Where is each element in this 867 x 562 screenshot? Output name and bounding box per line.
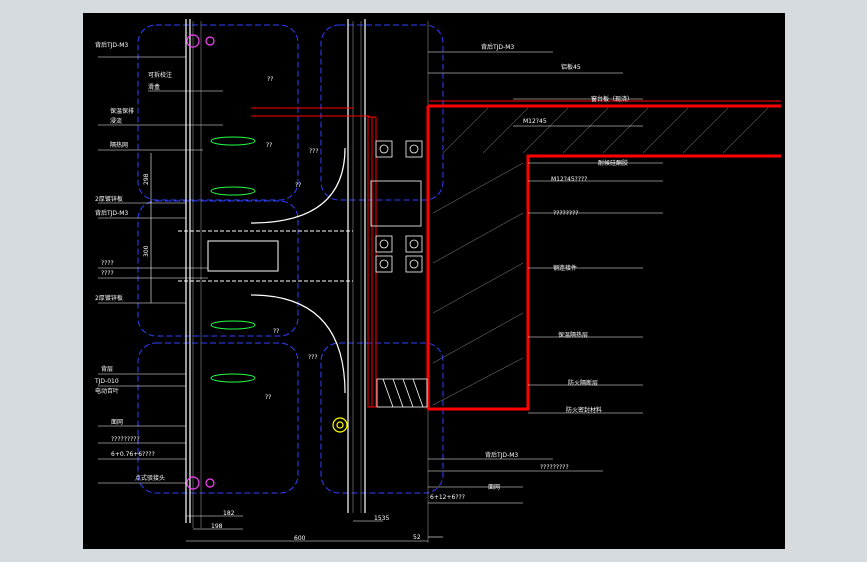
red-thin-lines [251, 100, 781, 408]
annotation-glyphs: ?? ?? ??? ?? ?? ?? ??? [265, 76, 319, 401]
label-right-8: 保温隔热层 [558, 331, 588, 339]
label-right-6: ???????? [553, 210, 578, 217]
glass-clips [210, 136, 256, 383]
label-right-2: 窗台板（现浇） [591, 95, 633, 103]
glass-panel-outlines [137, 24, 444, 494]
label-left-11: 背层 [101, 365, 113, 373]
label-right-1: 铝板45 [561, 63, 581, 71]
label-left-8: ???? [101, 260, 114, 267]
label-left-9: ???? [101, 270, 114, 277]
label-left-14: 面网 [111, 419, 123, 426]
label-right-3: M12?45 [523, 118, 547, 125]
slab-hatch [432, 107, 769, 406]
label-left-17: 点式驳接头 [135, 474, 165, 482]
glyph: ??? [308, 354, 318, 361]
cad-viewport[interactable]: ?? ?? ??? ?? ?? ?? ??? 背后TJD-M3 可拆校注 滑盒 … [83, 13, 785, 549]
dimension-texts: 182 198 600 1535 52 298 300 [143, 173, 421, 542]
right-labels: 背后TJD-M3 铝板45 窗台板（现浇） M12?45 耐候硅酮胶 M12?4… [430, 43, 633, 501]
glyph: ?? [265, 394, 271, 401]
glyph: ??? [309, 148, 319, 155]
label-left-7: 背后TJD-M3 [95, 209, 128, 217]
dim-bottom-2: 600 [294, 535, 306, 542]
outer-glass [185, 19, 191, 523]
label-left-2: 滑盒 [148, 83, 160, 91]
label-left-4: 浸流 [110, 117, 122, 125]
label-right-4: 耐候硅酮胶 [598, 159, 628, 167]
label-left-1: 可拆校注 [148, 71, 172, 79]
glyph: ?? [273, 328, 279, 335]
glyph: ?? [267, 76, 273, 83]
label-right-7: 钢连接件 [553, 264, 577, 272]
anchor-bolts [370, 140, 423, 273]
glyph: ?? [295, 182, 301, 189]
label-left-13: 电动百叶 [95, 387, 119, 395]
spider-fittings [186, 34, 215, 490]
dim-bottom-3: 1535 [374, 515, 389, 522]
dim-bottom-1: 198 [211, 523, 223, 530]
label-right-10: 防火密封材料 [566, 406, 602, 414]
label-right-13: 6+12+6??? [430, 494, 465, 501]
dim-bottom-4: 52 [413, 534, 421, 541]
glyph: ?? [266, 142, 272, 149]
label-right-11: 背后TJD-M3 [485, 451, 518, 459]
curtain-wall-section-drawing: ?? ?? ??? ?? ?? ?? ??? 背后TJD-M3 可拆校注 滑盒 … [94, 19, 781, 543]
dim-left-1: 300 [143, 245, 150, 257]
vertical-guides [192, 21, 429, 543]
label-left-16: 6+0.76+6???? [111, 451, 155, 458]
label-left-5: 隔热网 [110, 141, 128, 149]
label-right-5: M12?45???? [551, 176, 587, 183]
label-right-12: ????????? [540, 464, 569, 471]
label-left-10: 2厚镀锌板 [95, 294, 123, 302]
inner-glass [347, 19, 366, 513]
left-labels: 背后TJD-M3 可拆校注 滑盒 保温保排 浸流 隔热网 2厚镀锌板 背后TJD… [94, 41, 172, 482]
dim-left-0: 298 [143, 173, 150, 185]
fire-barrier [376, 378, 428, 408]
label-left-0: 背后TJD-M3 [95, 41, 128, 49]
dimension-lines [150, 153, 443, 542]
bottom-connector [332, 417, 348, 433]
label-left-3: 保温保排 [110, 107, 134, 115]
label-right-0: 背后TJD-M3 [481, 43, 514, 51]
label-right-9: 防火隔断层 [568, 379, 598, 387]
label-left-12: TJD-010 [94, 378, 119, 385]
dim-bottom-0: 182 [223, 510, 235, 517]
label-left-6: 2厚镀锌板 [95, 195, 123, 203]
label-left-15: ????????? [111, 436, 140, 443]
central-mullion [178, 230, 353, 282]
label-right-14: 面网 [488, 484, 500, 491]
